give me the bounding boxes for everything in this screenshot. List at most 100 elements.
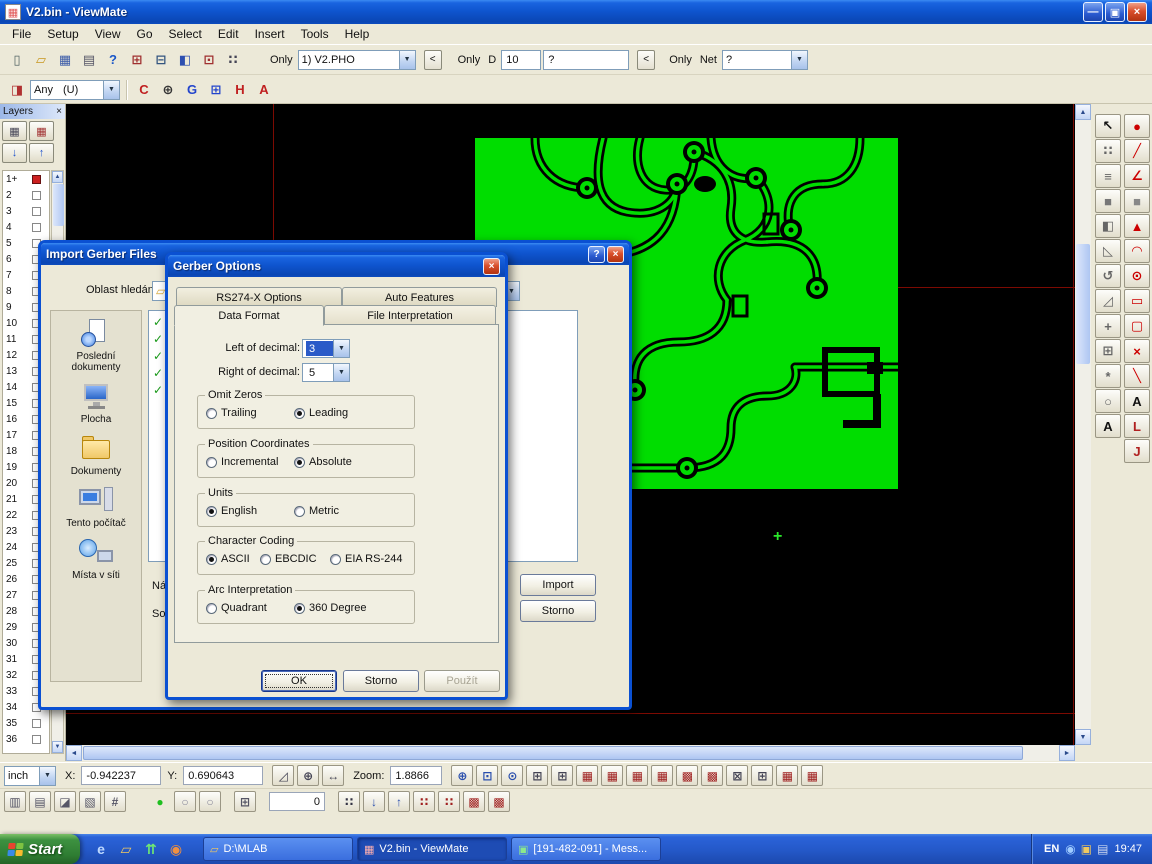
snap-grid-icon[interactable]: ⊞ [234, 791, 256, 812]
radio-eia-rs244[interactable]: EIA RS-244 [330, 553, 402, 565]
scroll-left-icon[interactable]: ◄ [66, 745, 82, 761]
red-film-icon[interactable]: ▦ [801, 765, 823, 786]
center-target-icon[interactable]: ⊕ [157, 79, 179, 101]
import-button[interactable]: Import [520, 574, 596, 596]
lamp-off-icon[interactable]: ○ [199, 791, 221, 812]
lamp-icon[interactable]: ○ [1095, 389, 1121, 413]
letter-l-icon[interactable]: L [1124, 414, 1150, 438]
place-network[interactable]: Místa v síti [54, 538, 138, 581]
units-select[interactable]: inch ▼ [4, 766, 56, 786]
zoom-window-icon[interactable]: ⊡ [476, 765, 498, 786]
place-recent-documents[interactable]: Poslední dokumenty [54, 319, 138, 373]
crosshair-icon[interactable]: + [1095, 314, 1121, 338]
layer-visibility-checkbox[interactable] [32, 191, 41, 200]
letter-a-icon[interactable]: A [253, 79, 275, 101]
horizontal-scrollbar[interactable]: ◄ ► [66, 745, 1075, 761]
green-arrows-icon[interactable]: ⇈ [140, 837, 162, 861]
text-icon[interactable]: A [1124, 389, 1150, 413]
film-grid-icon[interactable]: ▩ [676, 765, 698, 786]
any-mode-select[interactable]: Any (U) ▼ [30, 80, 120, 100]
ok-button[interactable]: OK [261, 670, 337, 692]
menu-item[interactable]: Edit [210, 25, 247, 43]
menu-item[interactable]: Setup [39, 25, 86, 43]
layer-list-icon[interactable]: ▦ [2, 121, 27, 141]
red-mixed-grid-icon[interactable]: ▩ [463, 791, 485, 812]
menu-item[interactable]: File [4, 25, 39, 43]
language-bar-icon[interactable]: ◉ [1065, 842, 1075, 856]
scroll-up-icon[interactable]: ▲ [52, 171, 63, 183]
filled-square-icon[interactable]: ■ [1095, 189, 1121, 213]
save-icon[interactable]: ▦ [54, 49, 76, 71]
layer-row[interactable]: 35 [3, 715, 49, 731]
anchor-down-icon[interactable]: ↓ [363, 791, 385, 812]
dcode-list-icon[interactable]: ≡ [1095, 164, 1121, 188]
swap-grid-icon[interactable]: ⊞ [751, 765, 773, 786]
grid-pair-icon[interactable]: ⊞ [205, 79, 227, 101]
radio-leading[interactable]: Leading [294, 407, 348, 419]
close-button[interactable]: × [607, 246, 624, 263]
net-select[interactable]: ? ▼ [722, 50, 808, 70]
taskbar-button-mlab[interactable]: ▱ D:\MLAB [203, 837, 353, 861]
red-dot-grid-icon[interactable]: ∷ [413, 791, 435, 812]
overlay-grid-icon[interactable]: ⊠ [726, 765, 748, 786]
scroll-right-icon[interactable]: ► [1059, 745, 1075, 761]
layer-visibility-checkbox[interactable] [32, 735, 41, 744]
layer-down-icon[interactable]: ↓ [2, 143, 27, 163]
radio-english[interactable]: English [206, 505, 257, 517]
menu-item[interactable]: Tools [293, 25, 337, 43]
layer-visibility-checkbox[interactable] [32, 719, 41, 728]
help-button[interactable]: ? [588, 246, 605, 263]
place-my-computer[interactable]: Tento počítač [54, 486, 138, 529]
menu-item[interactable]: Select [161, 25, 210, 43]
gear-icon[interactable]: * [1095, 364, 1121, 388]
apply-button[interactable]: Použít [424, 670, 500, 692]
layer-select[interactable]: 1) V2.PHO ▼ [298, 50, 416, 70]
mirror-icon[interactable]: ◧ [1095, 214, 1121, 238]
query-grid-icon[interactable]: ∷ [222, 49, 244, 71]
radio-ebcdic[interactable]: EBCDIC [260, 553, 317, 565]
chevron-down-icon[interactable]: ▼ [39, 767, 55, 785]
taskbar-button-message[interactable]: ▣ [191-482-091] - Mess... [511, 837, 661, 861]
place-documents[interactable]: Dokumenty [54, 434, 138, 477]
diagonal-measure-icon[interactable]: ◿ [272, 765, 294, 786]
dimension-icon[interactable]: ◿ [1095, 289, 1121, 313]
chevron-down-icon[interactable]: ▼ [399, 51, 415, 69]
only-dcode-label[interactable]: Only [458, 54, 481, 66]
ruler-icon[interactable]: ▤ [29, 791, 51, 812]
menu-item[interactable]: Insert [247, 25, 293, 43]
chevron-down-icon[interactable]: ▼ [103, 81, 119, 99]
radio-trailing[interactable]: Trailing [206, 407, 257, 419]
hook-icon[interactable]: J [1124, 439, 1150, 463]
sketch-line-icon[interactable]: ╲ [1124, 364, 1150, 388]
keyboard-tray-icon[interactable]: ▤ [1097, 842, 1108, 856]
square-icon[interactable]: ■ [1124, 189, 1150, 213]
red-dot-grid-icon[interactable]: ∷ [438, 791, 460, 812]
taskbar-button-viewmate[interactable]: ▦ V2.bin - ViewMate [357, 837, 507, 861]
layer-color-swatch[interactable] [32, 175, 41, 184]
film-grid-icon[interactable]: ▦ [601, 765, 623, 786]
chevron-down-icon[interactable]: ▼ [333, 364, 349, 381]
layer-row[interactable]: 36 [3, 731, 49, 747]
hash-grid-icon[interactable]: # [104, 791, 126, 812]
layer-colors-icon[interactable]: ▦ [29, 121, 54, 141]
film-grid-icon[interactable]: ▩ [701, 765, 723, 786]
previous-dcode-button[interactable]: < [424, 50, 442, 70]
letter-c-icon[interactable]: C [133, 79, 155, 101]
menu-item[interactable]: Help [337, 25, 378, 43]
layers-scroll-thumb[interactable] [53, 184, 64, 226]
folder-icon[interactable]: ▱ [115, 837, 137, 861]
scroll-up-icon[interactable]: ▲ [1075, 104, 1091, 120]
arc-icon[interactable]: ◠ [1124, 239, 1150, 263]
film-select-icon[interactable]: ◨ [6, 79, 28, 101]
scroll-down-icon[interactable]: ▼ [52, 741, 63, 753]
vertical-scrollbar[interactable]: ▲ ▼ [1075, 104, 1091, 745]
dcode-table-icon[interactable]: ⊞ [126, 49, 148, 71]
start-button[interactable]: Start [0, 834, 80, 864]
rounded-rect-icon[interactable]: ▢ [1124, 314, 1150, 338]
anchor-up-icon[interactable]: ↑ [388, 791, 410, 812]
cursor-icon[interactable]: ↖ [1095, 114, 1121, 138]
cut-icon[interactable]: × [1124, 339, 1150, 363]
film-small-icon[interactable]: ▥ [4, 791, 26, 812]
letter-h-icon[interactable]: H [229, 79, 251, 101]
circle-icon[interactable]: ⊙ [1124, 264, 1150, 288]
